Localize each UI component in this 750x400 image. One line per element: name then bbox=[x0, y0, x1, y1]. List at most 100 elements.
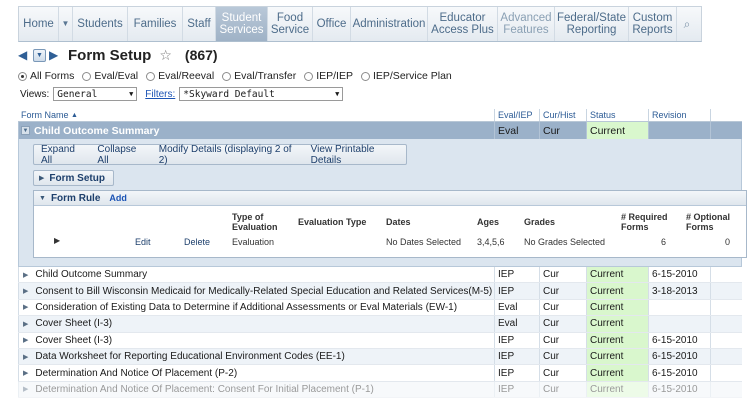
radio-iep-iep[interactable]: IEP/IEP bbox=[304, 70, 353, 82]
expand-arrow-icon[interactable]: ▶ bbox=[23, 385, 28, 393]
column-revision[interactable]: Revision bbox=[648, 109, 710, 121]
nav-families[interactable]: Families bbox=[128, 7, 183, 41]
nav-educator-access-plus[interactable]: Educator Access Plus bbox=[428, 7, 498, 41]
search-icon[interactable]: ⌕ bbox=[677, 7, 697, 41]
row-status: Current bbox=[586, 267, 648, 283]
views-filters-bar: Views: General ▼ Filters: *Skyward Defaul… bbox=[20, 87, 344, 101]
table-row[interactable]: ▶ Determination And Notice Of Placement: … bbox=[18, 381, 742, 399]
rule-ages-value: 3,4,5,6 bbox=[477, 237, 505, 247]
rule-header-required: # Required Forms bbox=[621, 212, 668, 232]
row-revision: 6-15-2010 bbox=[648, 348, 710, 365]
grid-header: Form Name ▲ Eval/IEP Cur/Hist Status Rev… bbox=[18, 109, 742, 122]
rule-header-type: Type of Evaluation bbox=[232, 212, 278, 232]
selected-row-filler bbox=[710, 122, 742, 139]
views-select[interactable]: General ▼ bbox=[53, 87, 138, 101]
column-form-name[interactable]: Form Name ▲ bbox=[18, 109, 494, 121]
record-count: (867) bbox=[184, 47, 218, 63]
table-row[interactable]: ▶ Determination And Notice Of Placement (… bbox=[18, 365, 742, 382]
form-setup-section[interactable]: ▶ Form Setup bbox=[33, 170, 114, 186]
collapse-all-button[interactable]: Collapse All bbox=[97, 144, 148, 166]
form-rule-title: Form Rule bbox=[50, 192, 101, 204]
expand-arrow-icon[interactable]: ▶ bbox=[23, 369, 28, 377]
back-arrow-icon[interactable]: ◀ bbox=[18, 48, 30, 62]
row-status: Current bbox=[586, 365, 648, 381]
detail-action-bar: Expand All Collapse All Modify Details (… bbox=[33, 144, 407, 166]
column-filler bbox=[710, 109, 742, 121]
table-row[interactable]: ▶ Data Worksheet for Reporting Educationa… bbox=[18, 348, 742, 366]
row-status: Current bbox=[586, 283, 648, 299]
forward-arrow-icon[interactable]: ▶ bbox=[49, 48, 61, 62]
column-cur-hist[interactable]: Cur/Hist bbox=[539, 109, 586, 121]
table-row[interactable]: ▶ Child Outcome Summary IEP Cur Current 6-15-… bbox=[18, 267, 742, 284]
row-cur-hist: Cur bbox=[539, 267, 586, 283]
row-cur-hist: Cur bbox=[539, 299, 586, 316]
expand-arrow-icon[interactable]: ▶ bbox=[23, 303, 28, 311]
row-cur-hist: Cur bbox=[539, 332, 586, 348]
nav-administration[interactable]: Administration bbox=[351, 7, 428, 41]
views-label: Views: bbox=[20, 88, 50, 100]
collapse-arrow-icon[interactable]: ▼ bbox=[39, 195, 46, 202]
row-filler bbox=[710, 381, 742, 398]
column-eval-iep[interactable]: Eval/IEP bbox=[494, 109, 539, 121]
rule-delete-button[interactable]: Delete bbox=[184, 237, 210, 247]
row-cur-hist: Cur bbox=[539, 348, 586, 365]
table-row[interactable]: ▶ Consideration of Existing Data to Deter… bbox=[18, 299, 742, 317]
table-row[interactable]: ▶ Cover Sheet (I-3) Eval Cur Current bbox=[18, 316, 742, 333]
row-eval-iep: IEP bbox=[494, 267, 539, 283]
nav-advanced-features[interactable]: Advanced Features bbox=[498, 7, 555, 41]
row-form-name: ▶ Determination And Notice Of Placement: … bbox=[18, 381, 494, 398]
rule-edit-button[interactable]: Edit bbox=[135, 237, 151, 247]
expand-all-button[interactable]: Expand All bbox=[41, 144, 87, 166]
row-eval-iep: Eval bbox=[494, 299, 539, 316]
nav-food-service[interactable]: Food Service bbox=[268, 7, 313, 41]
add-rule-link[interactable]: Add bbox=[109, 193, 127, 203]
selected-row[interactable]: ▼ Child Outcome Summary Eval Cur Current bbox=[18, 122, 742, 139]
column-status[interactable]: Status bbox=[586, 109, 648, 121]
form-rule-panel: ▼ Form Rule Add Type of Evaluation Evalua… bbox=[33, 190, 747, 258]
table-row[interactable]: ▶ Consent to Bill Wisconsin Medicaid for … bbox=[18, 283, 742, 300]
row-filler bbox=[710, 283, 742, 299]
page-title: Form Setup bbox=[68, 46, 152, 64]
nav-student-services[interactable]: Student Services bbox=[216, 7, 268, 41]
expand-arrow-icon[interactable]: ▶ bbox=[23, 287, 28, 295]
selected-row-name: ▼ Child Outcome Summary bbox=[18, 122, 494, 139]
nav-staff[interactable]: Staff bbox=[183, 7, 216, 41]
row-eval-iep: Eval bbox=[494, 316, 539, 332]
row-revision: 6-15-2010 bbox=[648, 381, 710, 398]
radio-iep-service-plan[interactable]: IEP/Service Plan bbox=[360, 70, 452, 82]
row-form-name: ▶ Consideration of Existing Data to Deter… bbox=[18, 299, 494, 316]
radio-dot-icon bbox=[18, 71, 27, 81]
collapse-toggle-icon[interactable]: ▼ bbox=[21, 126, 30, 135]
radio-all-forms[interactable]: All Forms bbox=[18, 70, 74, 82]
expand-arrow-icon[interactable]: ▶ bbox=[23, 353, 28, 361]
row-eval-iep: IEP bbox=[494, 365, 539, 381]
view-printable-details-button[interactable]: View Printable Details bbox=[311, 144, 406, 166]
rule-type-value: Evaluation bbox=[232, 237, 275, 247]
expand-arrow-icon[interactable]: ▶ bbox=[23, 271, 28, 279]
rule-row-expand-icon[interactable]: ▶ bbox=[54, 236, 60, 245]
nav-students[interactable]: Students bbox=[73, 7, 128, 41]
filters-link[interactable]: Filters: bbox=[145, 89, 175, 100]
radio-eval-transfer[interactable]: Eval/Transfer bbox=[222, 70, 296, 82]
favorite-star-icon[interactable]: ☆ bbox=[159, 47, 172, 64]
nav-federal-state-reporting[interactable]: Federal/State Reporting bbox=[555, 7, 629, 41]
row-form-name: ▶ Determination And Notice Of Placement (… bbox=[18, 365, 494, 381]
form-type-filter: All Forms Eval/Eval Eval/Reeval Eval/Tra… bbox=[18, 70, 452, 82]
nav-office[interactable]: Office bbox=[313, 7, 351, 41]
modify-details-button[interactable]: Modify Details (displaying 2 of 2) bbox=[159, 144, 301, 166]
page-header: ◀ ▼ ▶ Form Setup ☆ (867) bbox=[18, 46, 218, 64]
expand-arrow-icon[interactable]: ▶ bbox=[23, 336, 28, 344]
row-status: Current bbox=[586, 348, 648, 365]
nav-custom-reports[interactable]: Custom Reports bbox=[629, 7, 677, 41]
table-row[interactable]: ▶ Cover Sheet (I-3) IEP Cur Current 6-15-2010 bbox=[18, 332, 742, 349]
filters-select[interactable]: *Skyward Default ▼ bbox=[179, 87, 344, 101]
row-form-name: ▶ Consent to Bill Wisconsin Medicaid for … bbox=[18, 283, 494, 299]
chevron-down-icon: ▼ bbox=[129, 90, 134, 98]
expand-arrow-icon[interactable]: ▶ bbox=[23, 320, 28, 328]
nav-home[interactable]: Home bbox=[19, 7, 59, 41]
history-dropdown-icon[interactable]: ▼ bbox=[33, 48, 46, 62]
nav-home-dropdown-icon[interactable]: ▼ bbox=[59, 7, 73, 41]
radio-eval-reeval[interactable]: Eval/Reeval bbox=[146, 70, 214, 82]
radio-dot-icon bbox=[360, 71, 370, 81]
radio-eval-eval[interactable]: Eval/Eval bbox=[82, 70, 138, 82]
